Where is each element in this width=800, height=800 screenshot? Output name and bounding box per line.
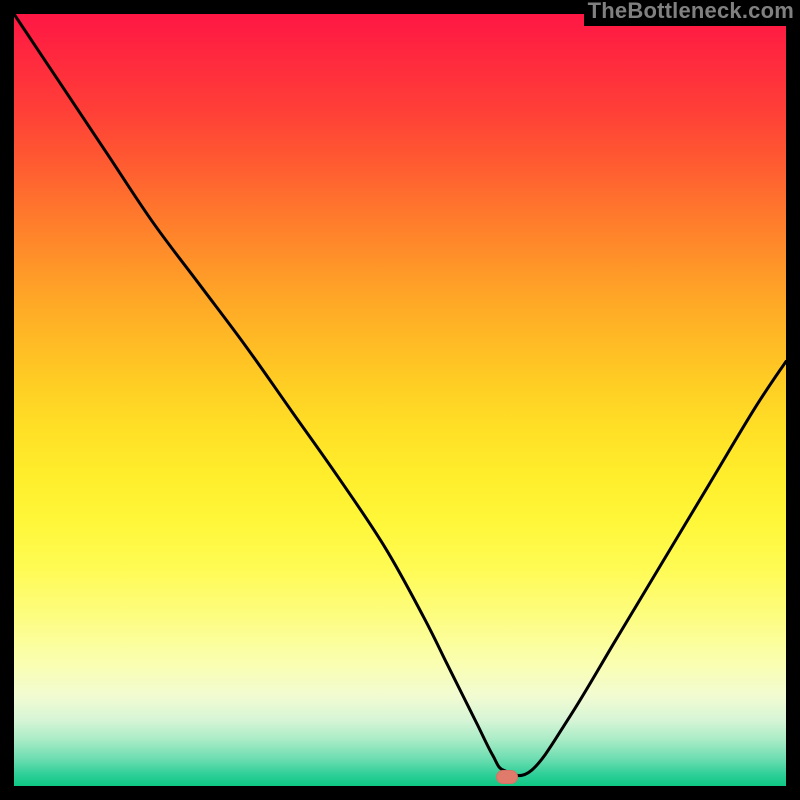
optimal-point-marker xyxy=(496,770,518,784)
bottleneck-curve xyxy=(14,14,786,786)
watermark-text: TheBottleneck.com xyxy=(584,0,796,26)
chart-frame xyxy=(14,14,786,786)
